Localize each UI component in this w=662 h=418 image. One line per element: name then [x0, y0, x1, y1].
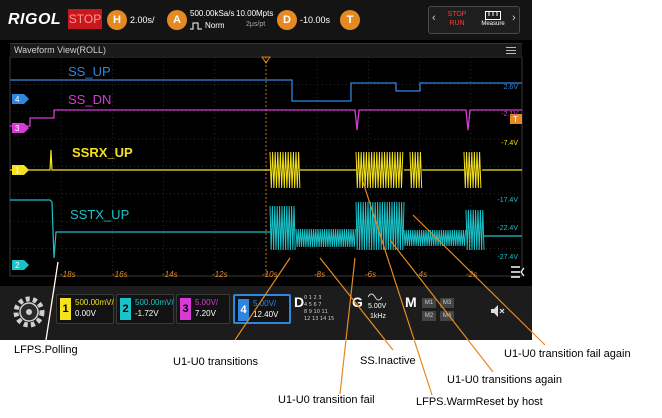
arrow-u1u0-fail — [339, 257, 356, 395]
annotation-lfps-polling: LFPS.Polling — [14, 344, 78, 356]
arrow-u1u0-fail-again — [412, 214, 546, 346]
annotation-u1u0-transitions: U1-U0 transitions — [173, 356, 258, 368]
annotation-u1u0-fail: U1-U0 transition fail — [278, 394, 375, 406]
annotation-ss-inactive: SS.Inactive — [360, 355, 416, 367]
annotation-u1u0-fail-again: U1-U0 transition fail again — [504, 348, 631, 360]
arrow-u1u0-again — [389, 239, 494, 373]
arrow-u1u0-transitions — [234, 257, 291, 341]
annotation-lfps-warmreset: LFPS.WarmReset by host — [416, 396, 543, 408]
arrow-ss-inactive — [319, 257, 394, 351]
annotation-u1u0-again: U1-U0 transitions again — [447, 374, 562, 386]
